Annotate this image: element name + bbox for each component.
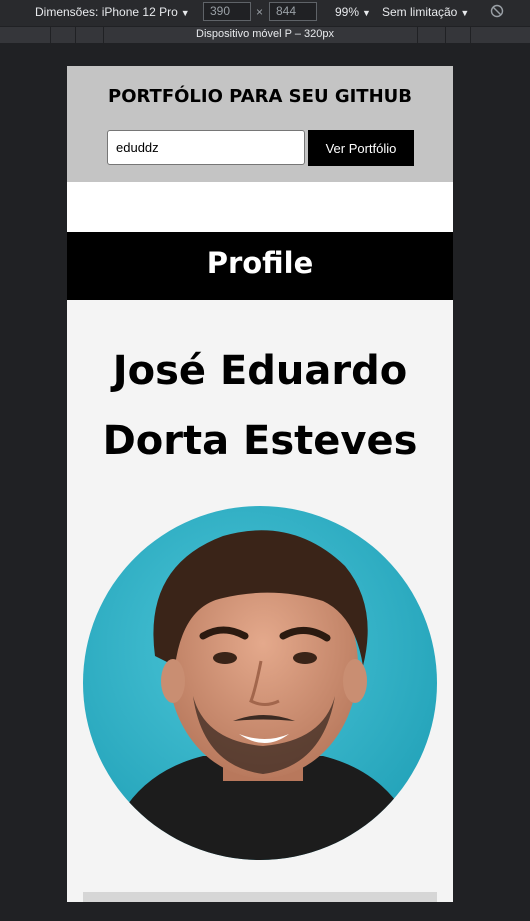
profile-name: José Eduardo Dorta Esteves <box>102 348 418 464</box>
device-dimensions-dropdown[interactable]: Dimensões: iPhone 12 Pro ▼ <box>35 5 190 19</box>
device-viewport: PORTFÓLIO PARA SEU GITHUB Ver Portfólio … <box>67 66 453 902</box>
chevron-down-icon: ▼ <box>362 8 371 18</box>
page-header: PORTFÓLIO PARA SEU GITHUB Ver Portfólio <box>67 66 453 182</box>
profile-section-header: Profile <box>67 232 453 300</box>
chevron-down-icon: ▼ <box>180 8 190 18</box>
devtools-toolbar: Dimensões: iPhone 12 Pro▼ × 99%▼ Sem lim… <box>0 0 530 26</box>
device-height-input[interactable] <box>269 2 317 21</box>
profile-section-title: Profile <box>206 246 314 280</box>
page-title: PORTFÓLIO PARA SEU GITHUB <box>108 86 412 107</box>
throttling-label: Sem limitação <box>382 5 458 19</box>
throttling-dropdown[interactable]: Sem limitação ▼ <box>382 5 469 19</box>
device-width-input[interactable] <box>203 2 251 21</box>
chevron-down-icon: ▼ <box>460 8 470 18</box>
rotate-icon[interactable] <box>490 4 504 18</box>
next-section-card <box>83 892 437 902</box>
zoom-label: 99% <box>335 5 360 19</box>
device-dimensions-label: Dimensões: iPhone 12 Pro <box>35 5 178 19</box>
github-username-input[interactable] <box>107 130 305 165</box>
media-query-bar[interactable]: Dispositivo móvel P – 320px <box>0 27 530 43</box>
zoom-dropdown[interactable]: 99% ▼ <box>335 5 371 19</box>
spacer <box>67 182 453 232</box>
dimension-separator: × <box>256 5 264 19</box>
view-portfolio-button[interactable]: Ver Portfólio <box>308 130 414 166</box>
avatar <box>83 506 437 860</box>
media-query-label: Dispositivo móvel P – 320px <box>196 28 334 40</box>
avatar-photo <box>83 506 437 860</box>
